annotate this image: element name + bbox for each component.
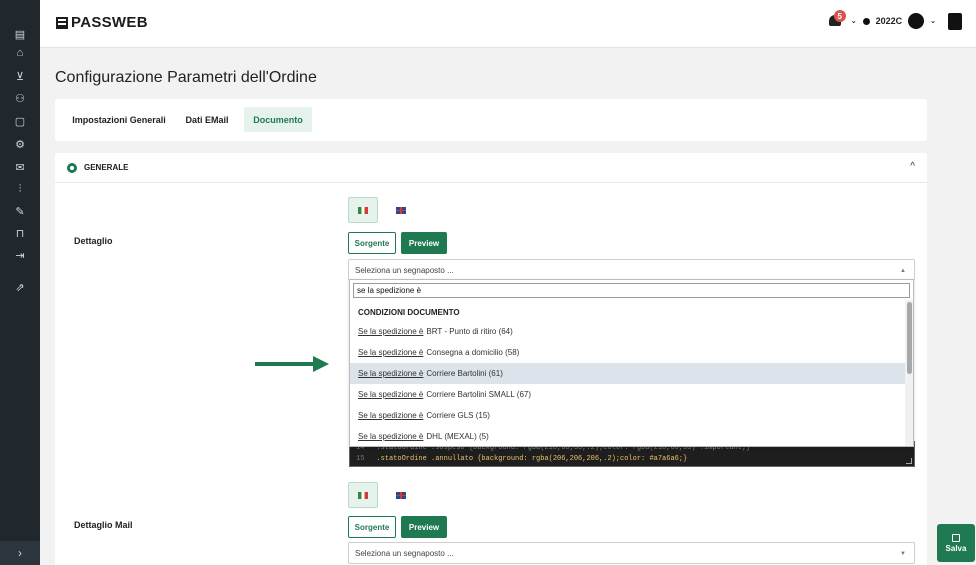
caret-up-icon: ▲	[900, 268, 906, 274]
language-switch	[348, 197, 418, 223]
pencil-icon[interactable]: ✎	[0, 202, 40, 220]
dropdown-option[interactable]: Se la spedizione è DHL (MEXAL) (5)	[350, 426, 906, 447]
dettaglio-label: Dettaglio	[74, 236, 113, 246]
save-label: Salva	[945, 543, 967, 553]
dropdown-search-input[interactable]	[353, 283, 910, 298]
status-dot-icon	[862, 17, 870, 25]
tab-impostazioni-generali[interactable]: Impostazioni Generali	[67, 107, 171, 132]
resize-handle-icon[interactable]	[906, 458, 912, 464]
app-logo[interactable]: PASSWEB	[56, 14, 148, 31]
italy-flag-icon	[358, 206, 368, 214]
logo-text: PASSWEB	[71, 14, 148, 31]
sorgente-button-mail[interactable]: Sorgente	[348, 516, 396, 538]
option-prefix: Se la spedizione è	[358, 327, 424, 336]
mail-icon[interactable]: ✉	[0, 158, 40, 176]
dropdown-option[interactable]: Se la spedizione è Consegna a domicilio (…	[350, 342, 906, 363]
lang-en-button[interactable]	[386, 482, 416, 508]
book-icon[interactable]	[948, 12, 962, 30]
tab-documento[interactable]: Documento	[244, 107, 312, 132]
option-prefix: Se la spedizione è	[358, 432, 424, 441]
lock-icon[interactable]: ⊓	[0, 224, 40, 242]
option-prefix: Se la spedizione è	[358, 390, 424, 399]
dettaglio-mail-label: Dettaglio Mail	[74, 520, 133, 530]
chevron-right-icon: ›	[18, 546, 22, 560]
cart-icon[interactable]: ⊻	[0, 67, 40, 85]
logo-icon	[56, 16, 68, 29]
line-number: 15	[356, 455, 365, 463]
sidebar: ▤ ⌂ ⊻ ⚇ ▢ ⚙ ✉ ⫶ ✎ ⊓ ⇥ ⇗ ›	[0, 0, 40, 565]
dropdown-option[interactable]: Se la spedizione è Corriere Bartolini SMA…	[350, 384, 906, 405]
italy-flag-icon	[358, 491, 368, 499]
code-line: .statoOrdine .annullato {background: rgb…	[376, 455, 688, 463]
page-title: Configurazione Parametri dell'Ordine	[55, 69, 317, 86]
section-title: GENERALE	[84, 163, 129, 172]
select-placeholder: Seleziona un segnaposto ...	[355, 548, 454, 558]
floppy-disk-icon	[952, 533, 960, 542]
lang-en-button[interactable]	[386, 197, 416, 223]
home-icon[interactable]: ⌂	[0, 44, 40, 62]
save-button[interactable]: Salva	[937, 524, 975, 562]
notifications-bell-icon[interactable]: 5	[827, 10, 846, 30]
dropdown-option-highlighted[interactable]: Se la spedizione è Corriere Bartolini (61…	[350, 363, 906, 384]
tabs-bar: Impostazioni Generali Dati EMail Documen…	[55, 99, 927, 141]
menu-icon[interactable]: ▤	[0, 25, 40, 43]
option-text: Corriere Bartolini SMALL (67)	[426, 390, 532, 399]
option-prefix: Se la spedizione è	[358, 348, 424, 357]
option-group-title: CONDIZIONI DOCUMENTO	[358, 308, 460, 317]
placeholder-select-mail[interactable]: Seleziona un segnaposto ... ▼	[348, 542, 915, 564]
placeholder-select[interactable]: Seleziona un segnaposto ... ▲	[348, 259, 915, 281]
option-prefix: Se la spedizione è	[358, 369, 424, 378]
user-menu-chevron-icon[interactable]: ⌄	[930, 17, 936, 25]
option-text: Consegna a domicilio (58)	[426, 348, 520, 357]
dropdown-option[interactable]: Se la spedizione è BRT - Punto di ritiro …	[350, 321, 906, 342]
uk-flag-icon	[396, 491, 406, 499]
dropdown-option[interactable]: Se la spedizione è Corriere GLS (15)	[350, 405, 906, 426]
lang-it-button[interactable]	[348, 197, 378, 223]
option-text: Corriere GLS (15)	[426, 411, 490, 420]
preview-button-mail[interactable]: Preview	[401, 516, 447, 538]
option-text: DHL (MEXAL) (5)	[426, 432, 489, 441]
settings-icon[interactable]: ⚙	[0, 135, 40, 153]
tab-dati-email[interactable]: Dati EMail	[179, 107, 235, 132]
option-text: Corriere Bartolini (61)	[426, 369, 503, 378]
chart-icon[interactable]: ⫶	[0, 180, 40, 198]
preview-button[interactable]: Preview	[401, 232, 447, 254]
uk-flag-icon	[396, 206, 406, 214]
section-header[interactable]: GENERALE ^	[55, 153, 927, 183]
chevron-down-icon[interactable]: ⌄	[851, 17, 857, 25]
sidebar-collapse-button[interactable]: ›	[0, 541, 40, 565]
placeholder-dropdown: CONDIZIONI DOCUMENTO Se la spedizione èB…	[349, 279, 914, 447]
external-link-icon[interactable]: ⇗	[0, 278, 40, 296]
option-prefix: Se la spedizione è	[358, 411, 424, 420]
notification-badge: 5	[833, 10, 846, 22]
language-switch-mail	[348, 482, 418, 508]
users-icon[interactable]: ⚇	[0, 89, 40, 107]
dropdown-scrollbar-thumb[interactable]	[907, 302, 912, 374]
topbar: PASSWEB 5 ⌄ 2022C ⌄	[40, 0, 976, 48]
document-icon[interactable]: ▢	[0, 112, 40, 130]
sorgente-button[interactable]: Sorgente	[348, 232, 396, 254]
caret-down-icon: ▼	[900, 551, 906, 557]
option-text: BRT - Punto di ritiro (64)	[426, 327, 513, 336]
logout-icon[interactable]: ⇥	[0, 246, 40, 264]
arrow-right-icon	[255, 356, 329, 372]
select-placeholder: Seleziona un segnaposto ...	[355, 265, 454, 275]
user-label[interactable]: 2022C	[876, 16, 903, 26]
user-avatar-icon[interactable]	[908, 13, 925, 29]
chevron-up-icon[interactable]: ^	[910, 161, 915, 172]
gear-icon	[67, 163, 77, 173]
lang-it-button[interactable]	[348, 482, 378, 508]
